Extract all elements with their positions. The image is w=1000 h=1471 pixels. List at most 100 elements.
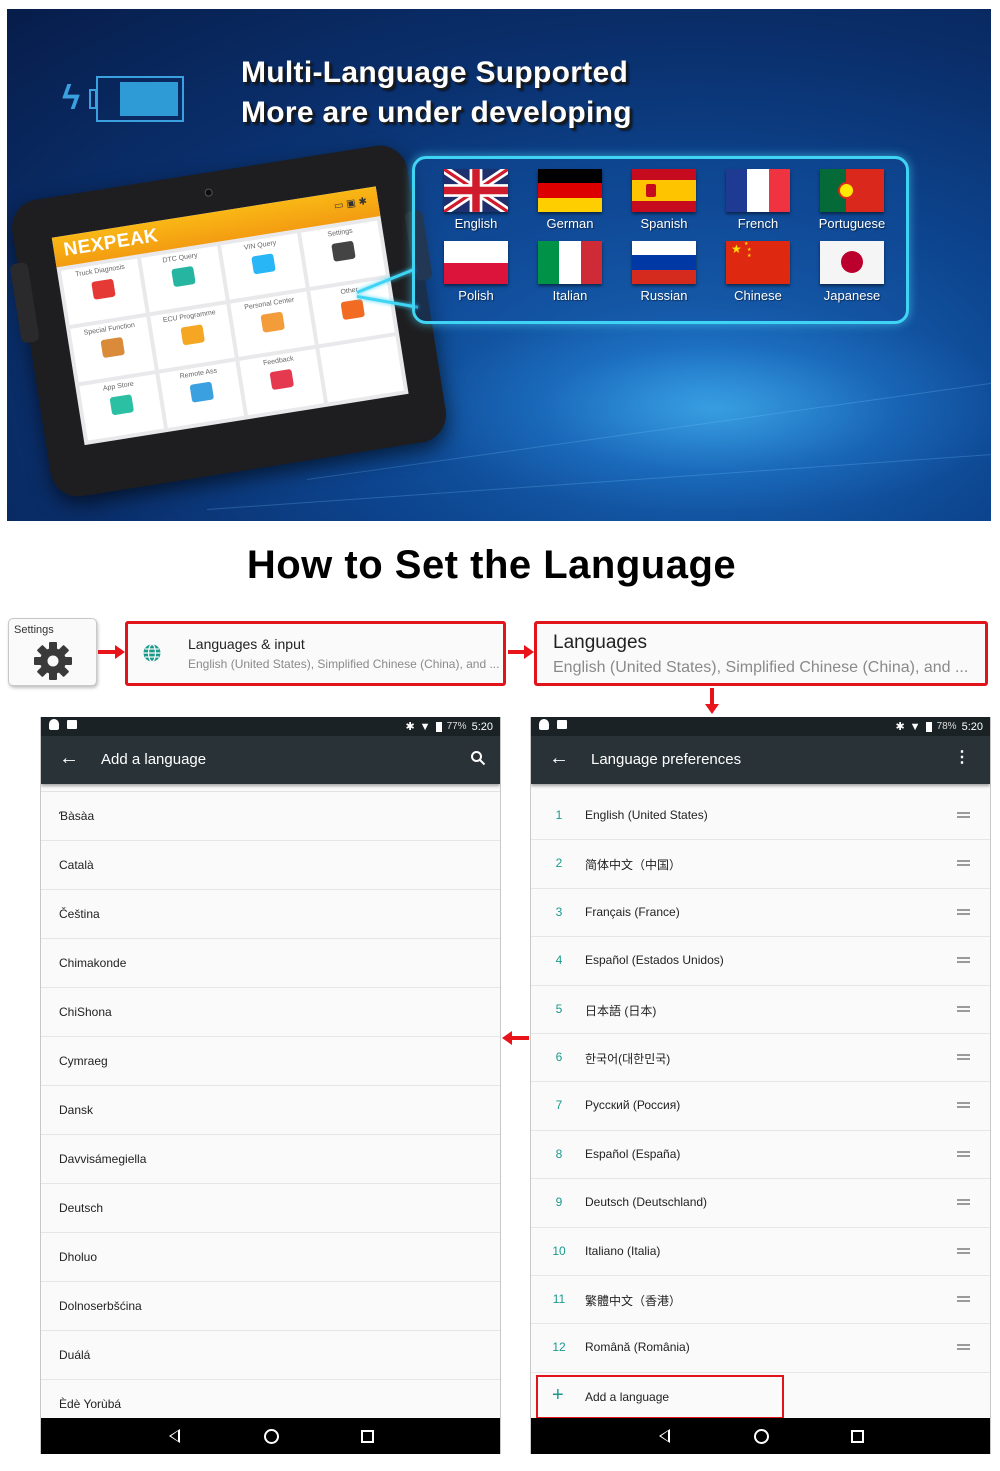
howto-title: How to Set the Language xyxy=(246,543,737,587)
language-option[interactable]: Ɓàsàa xyxy=(41,792,500,841)
languages-item[interactable]: Languages English (United States), Simpl… xyxy=(534,621,988,686)
screen-title: Language preferences xyxy=(591,751,742,768)
arrow-left-icon xyxy=(502,1031,529,1045)
tablet-app-tile[interactable]: VIN Query xyxy=(221,233,306,300)
language-rank: 10 xyxy=(552,1243,566,1258)
language-rank: 2 xyxy=(555,856,563,871)
nav-back-icon[interactable] xyxy=(659,1429,670,1443)
preferred-language-label: Español (Estados Unidos) xyxy=(585,953,724,968)
nav-recents-icon[interactable] xyxy=(361,1430,374,1443)
preferred-language-row[interactable]: 8 Español (España) xyxy=(531,1130,990,1180)
language-option-label: Ɓàsàa xyxy=(59,809,95,823)
tablet-app-tile[interactable]: Other xyxy=(310,278,395,345)
back-arrow-icon[interactable]: ← xyxy=(549,747,569,770)
tablet-app-tile[interactable]: ECU Programme xyxy=(150,303,235,370)
tablet-app-tile[interactable]: Settings xyxy=(301,220,386,287)
language-option[interactable]: Dholuo xyxy=(41,1233,500,1282)
drag-handle-icon[interactable] xyxy=(957,1295,970,1302)
preferred-language-row[interactable]: 2 简体中文（中国） xyxy=(531,840,990,889)
language-option[interactable]: Duálá xyxy=(41,1331,500,1380)
language-flag-item: French xyxy=(711,169,805,231)
language-option[interactable]: ChiShona xyxy=(41,988,500,1037)
app-bar: ← Language preferences ⋮ xyxy=(531,736,990,784)
languages-input-item[interactable]: Languages & input English (United States… xyxy=(125,621,506,686)
tablet-app-tile[interactable]: DTC Query xyxy=(141,245,226,312)
language-flag-item: Russian xyxy=(617,241,711,303)
language-option[interactable]: Dansk xyxy=(41,1086,500,1135)
search-icon[interactable] xyxy=(470,750,486,766)
language-option[interactable]: Cymraeg xyxy=(41,1037,500,1086)
language-option[interactable]: Davvisámegiella xyxy=(41,1135,500,1184)
drag-handle-icon[interactable] xyxy=(957,1150,970,1157)
tablet-app-tile[interactable]: Special Function xyxy=(70,316,155,383)
add-language-button[interactable]: + Add a language xyxy=(531,1373,990,1421)
preferred-language-row[interactable]: 11 繁體中文（香港） xyxy=(531,1275,990,1325)
preferred-language-label: Русский (Россия) xyxy=(585,1098,681,1113)
nav-back-icon[interactable] xyxy=(169,1429,180,1443)
nav-home-icon[interactable] xyxy=(754,1429,769,1444)
language-option-label: Català xyxy=(59,858,94,872)
language-option[interactable]: Čeština xyxy=(41,890,500,939)
tablet-app-tile[interactable]: Feedback xyxy=(239,349,325,416)
flag-uk-icon xyxy=(444,169,508,212)
drag-handle-icon[interactable] xyxy=(957,812,970,818)
flag-cn-icon: ★ ★ ★ ★ xyxy=(726,241,790,284)
preferred-language-row[interactable]: 6 한국어(대한민국) xyxy=(531,1033,990,1083)
flag-it-icon xyxy=(538,241,602,284)
flag-label: Russian xyxy=(640,288,688,303)
notification-icon xyxy=(539,719,549,730)
preferred-language-row[interactable]: 5 日本語 (日本) xyxy=(531,985,990,1034)
nav-home-icon[interactable] xyxy=(264,1429,279,1444)
language-option-label: Deutsch xyxy=(59,1201,104,1215)
tablet-app-tile[interactable]: Remote Ass xyxy=(159,361,245,428)
language-option-label: Èdè Yorùbá xyxy=(59,1397,122,1411)
wifi-icon: ▼ xyxy=(909,720,921,733)
language-flag-item: English xyxy=(429,169,523,231)
drag-handle-icon[interactable] xyxy=(957,1199,970,1206)
more-options-icon[interactable]: ⋮ xyxy=(954,747,970,767)
language-option[interactable]: Català xyxy=(41,841,500,890)
app-bar: ← Add a language xyxy=(41,736,500,784)
preferred-language-row[interactable]: 4 Español (Estados Unidos) xyxy=(531,937,990,986)
preferred-language-row[interactable]: 10 Italiano (Italia) xyxy=(531,1227,990,1276)
battery-percent: 78% xyxy=(936,721,957,732)
drag-handle-icon[interactable] xyxy=(957,860,970,867)
app-icon xyxy=(330,240,356,262)
drag-handle-icon[interactable] xyxy=(957,1005,970,1012)
clock: 5:20 xyxy=(471,720,493,733)
language-flag-item: ★ ★ ★ ★ Chinese xyxy=(711,241,805,303)
tablet-app-tile[interactable]: Truck Diagnosis xyxy=(61,258,146,325)
language-option[interactable]: Chimakonde xyxy=(41,939,500,988)
preferred-language-row[interactable]: 3 Français (France) xyxy=(531,888,990,938)
drag-handle-icon[interactable] xyxy=(957,957,970,964)
preferred-language-label: 繁體中文（香港） xyxy=(585,1293,682,1308)
language-flag-item: Portuguese xyxy=(805,169,899,231)
preferred-language-row[interactable]: 7 Русский (Россия) xyxy=(531,1082,990,1131)
preferred-language-row[interactable]: 12 Română (România) xyxy=(531,1324,990,1373)
language-option-label: Cymraeg xyxy=(59,1054,108,1068)
flag-label: Japanese xyxy=(823,288,881,303)
preferred-language-label: Italiano (Italia) xyxy=(585,1243,661,1258)
settings-step-card[interactable]: Settings xyxy=(8,618,97,686)
language-option[interactable]: Dolnoserbšćina xyxy=(41,1282,500,1331)
tablet-app-tile[interactable]: App Store xyxy=(79,374,165,441)
car-wireframe-glow xyxy=(437,309,991,509)
drag-handle-icon[interactable] xyxy=(957,1102,970,1109)
nav-recents-icon[interactable] xyxy=(851,1430,864,1443)
language-option[interactable]: Deutsch xyxy=(41,1184,500,1233)
drag-handle-icon[interactable] xyxy=(957,1053,970,1060)
language-preference-list: 1 English (United States) 2 简体中文（中国） 3 França… xyxy=(531,784,990,1373)
flag-label: Polish xyxy=(458,288,494,303)
tablet-app-tile[interactable] xyxy=(319,336,405,403)
language-rank: 3 xyxy=(555,904,563,919)
drag-handle-icon[interactable] xyxy=(957,1344,970,1351)
drag-handle-icon[interactable] xyxy=(957,1247,970,1254)
language-rank: 6 xyxy=(555,1049,563,1064)
back-arrow-icon[interactable]: ← xyxy=(59,747,79,770)
tablet-app-tile[interactable]: Personal Center xyxy=(230,291,315,358)
preferred-language-row[interactable]: 9 Deutsch (Deutschland) xyxy=(531,1179,990,1228)
preferred-language-row[interactable]: 1 English (United States) xyxy=(531,792,990,841)
bluetooth-icon: ✱ xyxy=(405,721,415,733)
app-icon xyxy=(99,336,125,358)
drag-handle-icon[interactable] xyxy=(957,908,970,915)
